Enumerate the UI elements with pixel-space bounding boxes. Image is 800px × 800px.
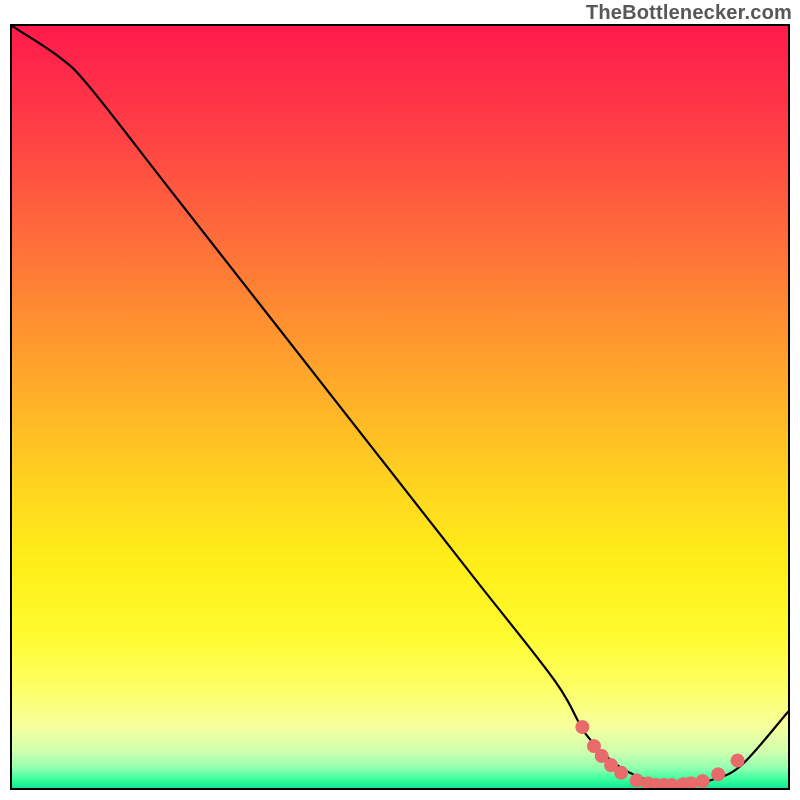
data-marker: [630, 773, 644, 787]
plot-area: [10, 24, 790, 790]
marker-layer: [575, 720, 744, 788]
data-marker: [696, 774, 710, 788]
chart-container: TheBottlenecker.com: [0, 0, 800, 800]
attribution-label: TheBottlenecker.com: [586, 2, 792, 25]
curve-path: [12, 26, 788, 788]
data-marker: [711, 767, 725, 781]
data-marker: [731, 754, 745, 768]
chart-svg: [12, 26, 788, 788]
data-marker: [614, 766, 628, 780]
curve-layer: [12, 26, 788, 788]
data-marker: [575, 720, 589, 734]
